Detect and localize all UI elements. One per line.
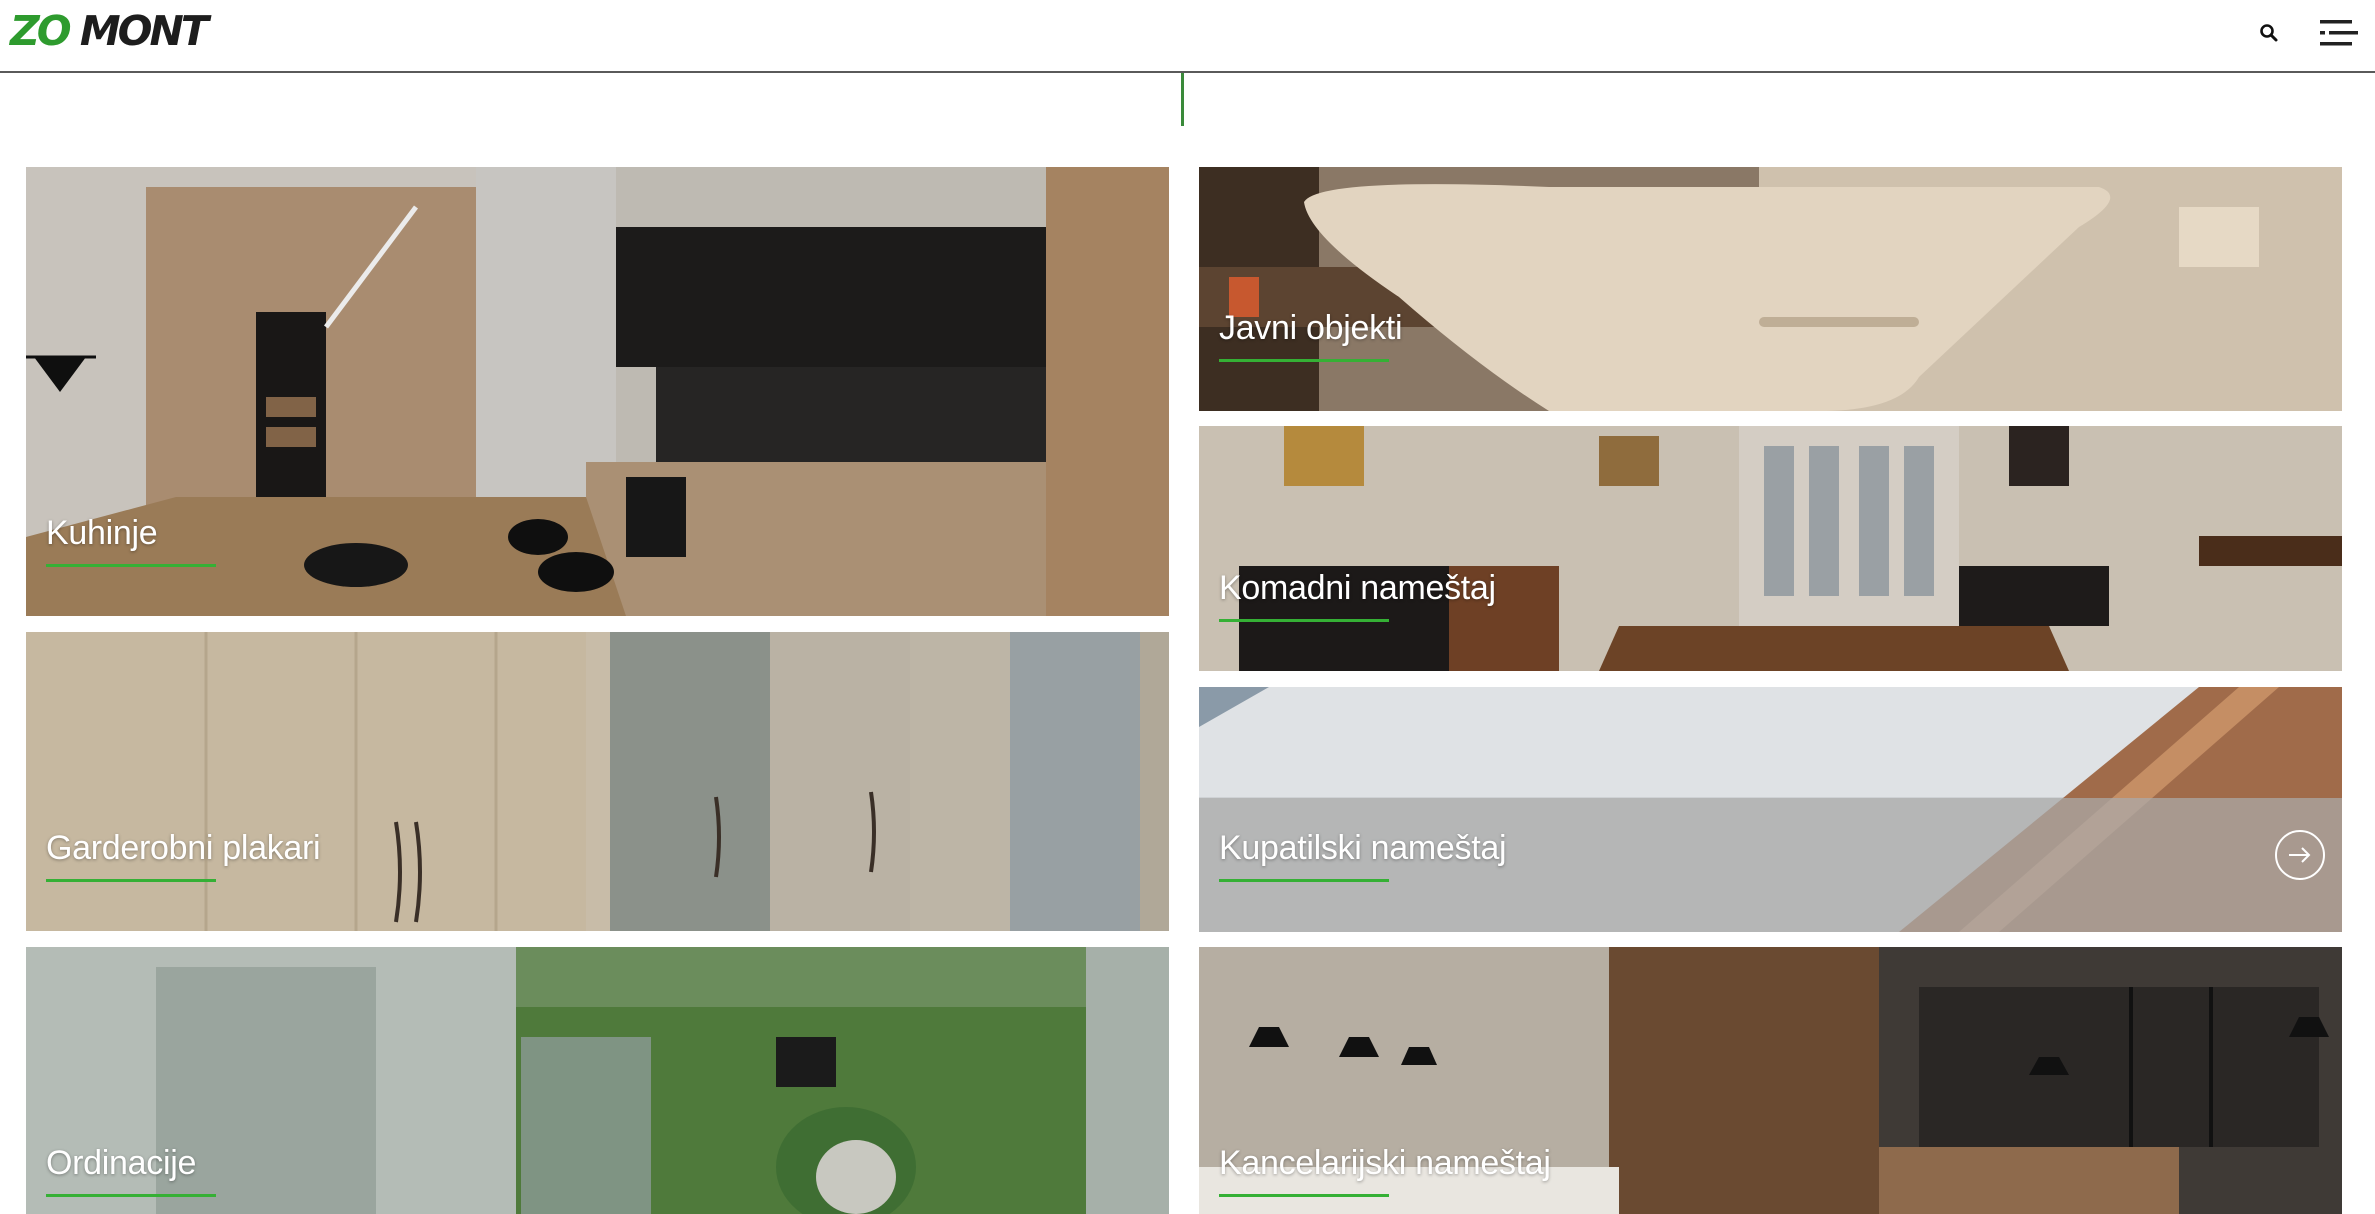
tile-underline (46, 1194, 216, 1197)
tile-kupatilski-namestaj[interactable]: Kupatilski nameštaj (1199, 687, 2342, 932)
logo-part-zo: ZO (10, 7, 72, 55)
tile-label: Ordinacije (46, 1144, 197, 1182)
search-icon[interactable] (2258, 22, 2280, 44)
furniture-image (1199, 426, 2342, 671)
tile-label: Garderobni plakari (46, 829, 321, 867)
tile-javni-objekti[interactable]: Javni objekti (1199, 167, 2342, 411)
tile-ordinacije[interactable]: Ordinacije (26, 947, 1169, 1214)
arrow-right-circle-icon[interactable] (2275, 830, 2325, 880)
tile-kancelarijski-namestaj[interactable]: Kancelarijski nameštaj (1199, 947, 2342, 1214)
tile-garderobni-plakari[interactable]: Garderobni plakari (26, 632, 1169, 931)
center-divider (1181, 73, 1184, 126)
site-logo[interactable]: ZO MONT (10, 7, 209, 55)
tile-label: Kancelarijski nameštaj (1219, 1144, 1551, 1182)
tile-label: Kupatilski nameštaj (1219, 829, 1507, 867)
kitchen-image (26, 167, 1169, 616)
tile-label: Javni objekti (1219, 309, 1403, 347)
tile-underline (46, 879, 216, 882)
tile-underline (46, 564, 216, 567)
tile-underline (1219, 619, 1389, 622)
logo-wordmark: ZO MONT (10, 7, 209, 55)
wardrobe-image (26, 632, 1169, 931)
tile-label: Komadni nameštaj (1219, 569, 1496, 607)
tile-underline (1219, 1194, 1389, 1197)
tile-komadni-namestaj[interactable]: Komadni nameštaj (1199, 426, 2342, 671)
tile-label: Kuhinje (46, 514, 158, 552)
public-building-image (1199, 167, 2342, 411)
dental-office-image (26, 947, 1169, 1214)
tile-underline (1219, 879, 1389, 882)
menu-icon[interactable] (2320, 15, 2358, 51)
logo-part-mont: MONT (79, 7, 209, 55)
tile-kuhinje[interactable]: Kuhinje (26, 167, 1169, 616)
tile-underline (1219, 359, 1389, 362)
site-header: ZO MONT (0, 0, 2375, 73)
